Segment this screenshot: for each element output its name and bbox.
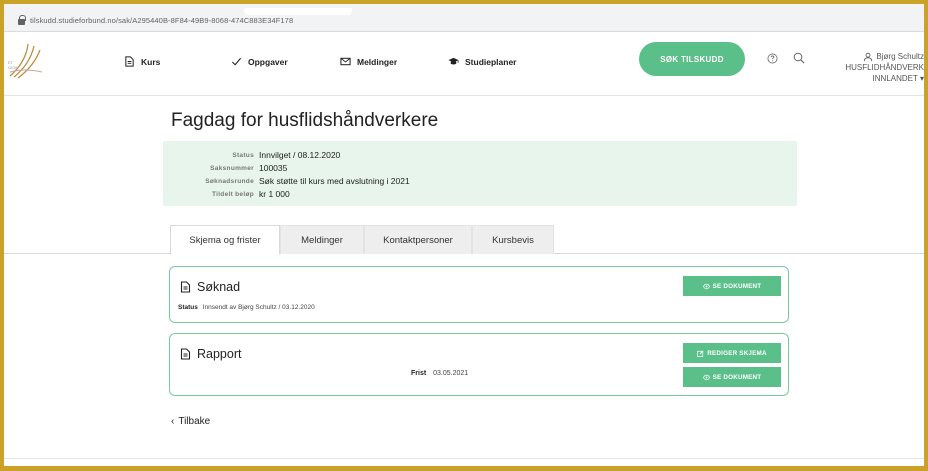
- highlight-frame: [0, 0, 928, 471]
